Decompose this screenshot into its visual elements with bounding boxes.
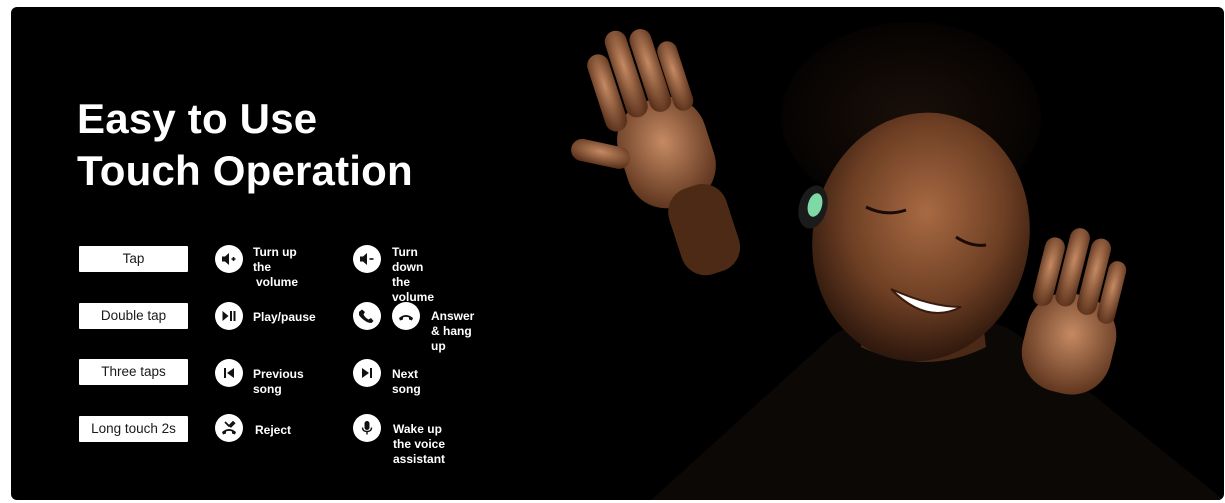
phone-answer-icon xyxy=(353,302,381,330)
next-track-icon xyxy=(353,359,381,387)
action-label: Previous song xyxy=(253,367,304,396)
microphone-icon xyxy=(353,414,381,442)
action-label: Reject xyxy=(255,423,292,437)
headline-line-2: Touch Operation xyxy=(77,147,413,194)
gesture-chip: Tap xyxy=(79,246,188,272)
headline-line-1: Easy to Use xyxy=(77,95,318,142)
promo-banner: Easy to Use Touch Operation Tap Turn up … xyxy=(11,7,1224,500)
play-pause-icon xyxy=(215,302,243,330)
action-label: Turn up the volume xyxy=(253,245,299,289)
headline: Easy to Use Touch Operation xyxy=(77,93,413,197)
action-label: Answer & hang up xyxy=(431,309,475,353)
action-label: Play/pause xyxy=(253,310,316,324)
gesture-chip: Long touch 2s xyxy=(79,416,188,442)
gesture-chip: Three taps xyxy=(79,359,188,385)
gesture-chip: Double tap xyxy=(79,303,188,329)
volume-down-icon xyxy=(353,245,381,273)
action-label: Wake up the voice assistant xyxy=(393,422,446,466)
reject-call-icon xyxy=(215,414,243,442)
woman-with-earbud-image xyxy=(571,22,1224,500)
volume-up-icon xyxy=(215,245,243,273)
lifestyle-photo xyxy=(531,7,1224,500)
phone-hangup-icon xyxy=(392,302,420,330)
action-label: Next song xyxy=(392,367,421,396)
previous-track-icon xyxy=(215,359,243,387)
action-label: Turn down the volume xyxy=(392,245,435,304)
